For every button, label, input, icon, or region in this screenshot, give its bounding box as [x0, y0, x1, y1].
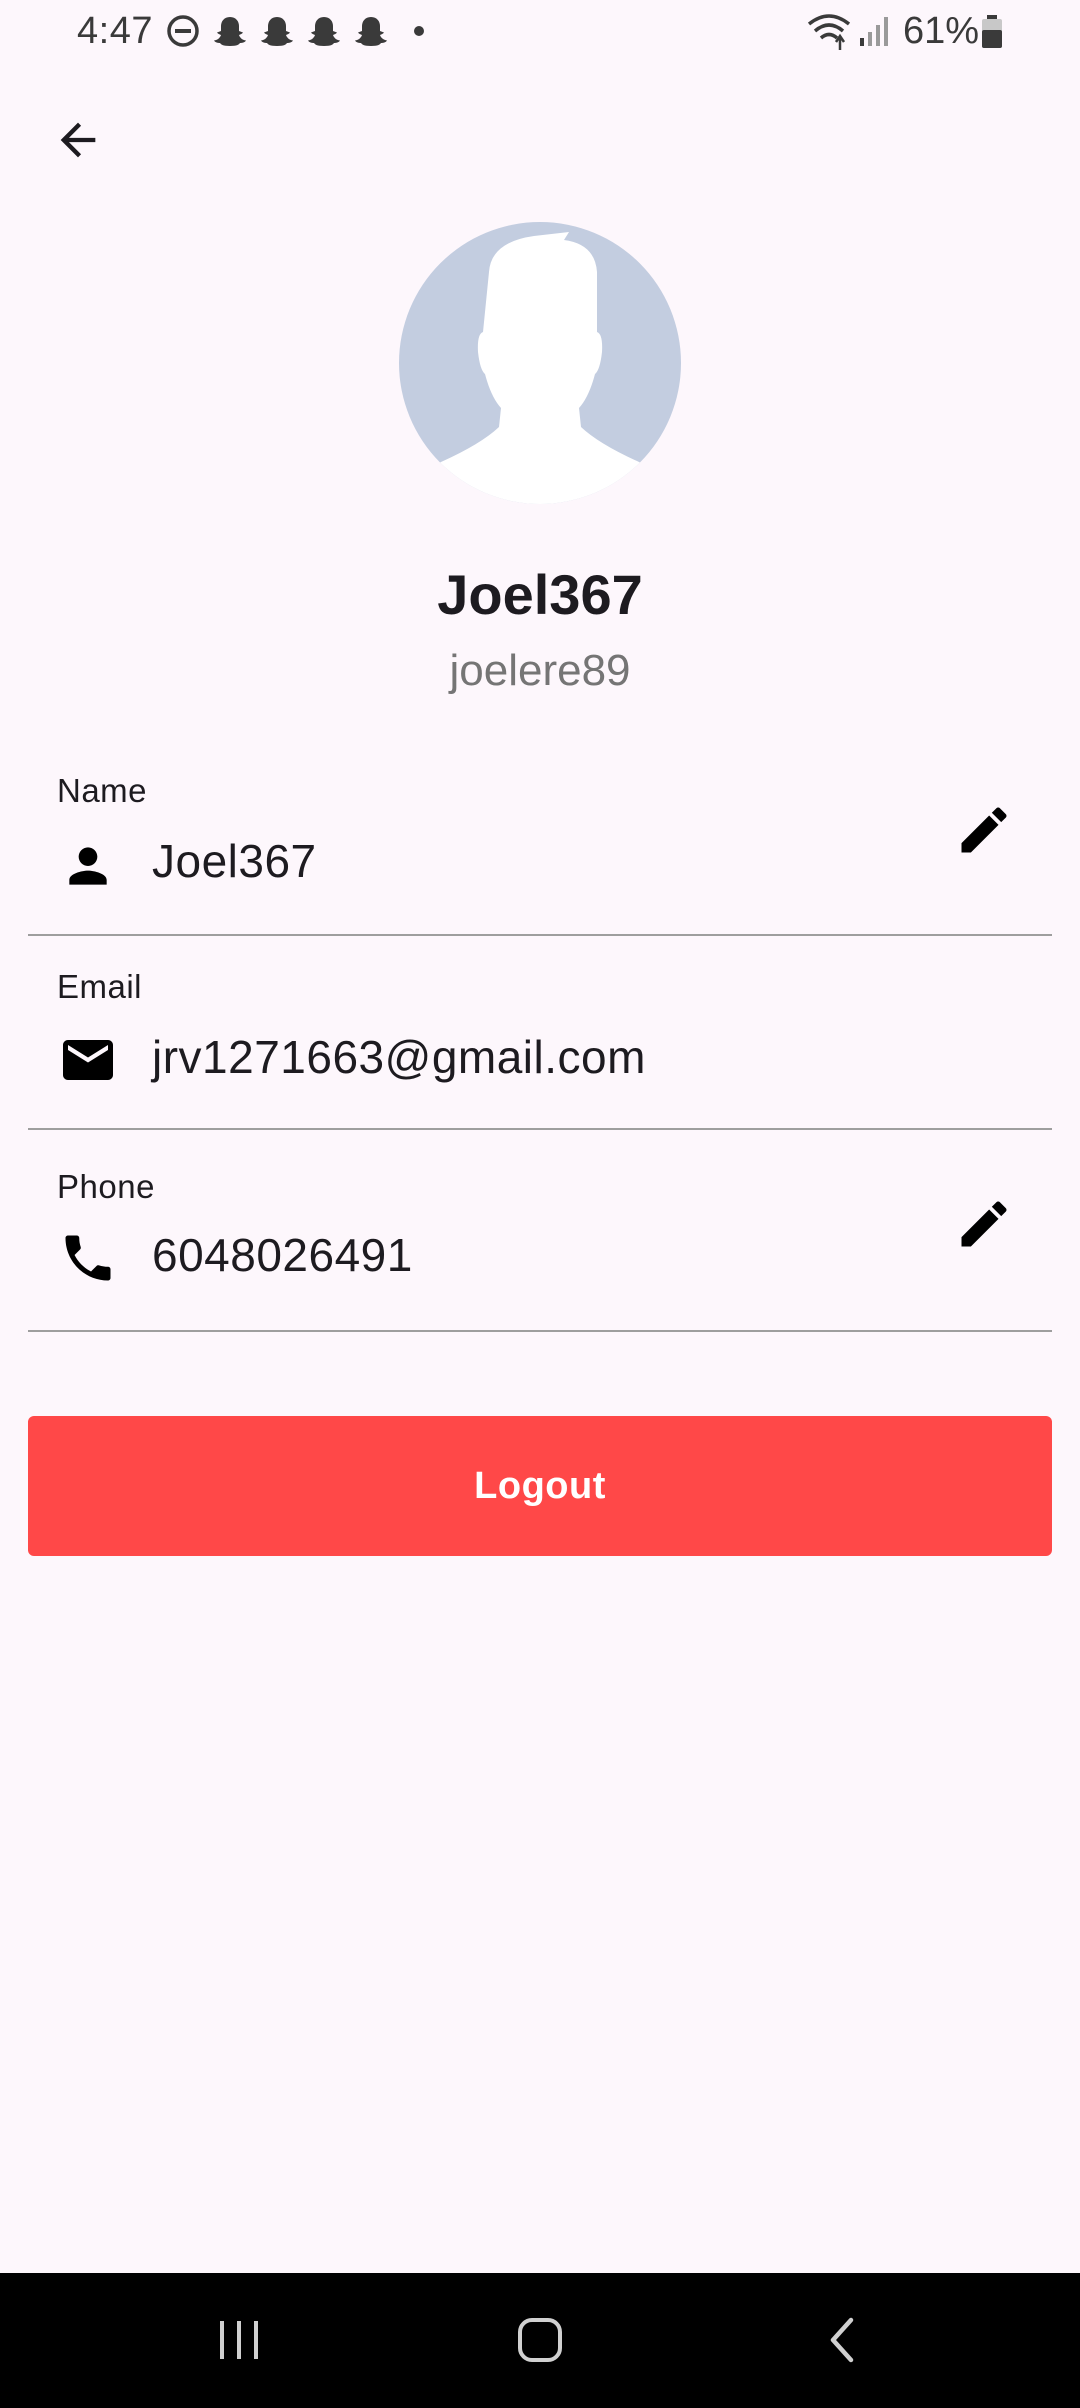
email-field: Email jrv1271663@gmail.com [28, 936, 1052, 1130]
phone-icon [58, 1228, 118, 1288]
email-label: Email [57, 968, 143, 1005]
arrow-back-icon [60, 122, 96, 158]
snapchat-icon [214, 17, 246, 46]
name-field: Name Joel367 [28, 738, 1052, 936]
username: joelere89 [449, 646, 631, 695]
mail-icon [58, 1030, 118, 1090]
name-value: Joel367 [152, 835, 317, 887]
display-name: Joel367 [437, 563, 643, 626]
back-icon [830, 2317, 854, 2363]
phone-field: Phone 6048026491 [28, 1132, 1052, 1332]
phone-label: Phone [57, 1168, 155, 1205]
email-value: jrv1271663@gmail.com [152, 1031, 646, 1083]
battery-icon [982, 15, 1002, 48]
person-icon [58, 836, 118, 896]
logout-button[interactable]: Logout [28, 1416, 1052, 1556]
wifi-icon [807, 14, 851, 50]
edit-name-button[interactable] [944, 790, 1024, 870]
snapchat-icon [355, 17, 387, 46]
navigation-bar [0, 2273, 1080, 2408]
status-time: 4:47 [77, 10, 153, 52]
home-button[interactable] [480, 2295, 600, 2385]
default-avatar-icon [399, 232, 681, 504]
snapchat-icon [308, 17, 340, 46]
system-back-button[interactable] [784, 2295, 904, 2385]
logout-label: Logout [474, 1464, 606, 1507]
pencil-icon [961, 1201, 1007, 1247]
status-bar: 4:47 61% [0, 0, 1080, 64]
battery-percentage: 61% [903, 10, 980, 52]
phone-value: 6048026491 [152, 1229, 413, 1281]
signal-icon [860, 17, 888, 46]
avatar [399, 222, 681, 504]
home-icon [518, 2318, 562, 2362]
back-button[interactable] [38, 100, 118, 180]
profile-screen: 4:47 61% Joel367 joelere89 Name Joel367 … [0, 0, 1080, 2408]
recent-apps-button[interactable] [179, 2295, 299, 2385]
edit-phone-button[interactable] [944, 1184, 1024, 1264]
recent-apps-icon [220, 2321, 258, 2359]
snapchat-icon [261, 17, 293, 46]
do-not-disturb-icon [167, 15, 199, 47]
name-label: Name [57, 772, 148, 809]
pencil-icon [961, 807, 1007, 853]
dot-icon [414, 26, 424, 36]
